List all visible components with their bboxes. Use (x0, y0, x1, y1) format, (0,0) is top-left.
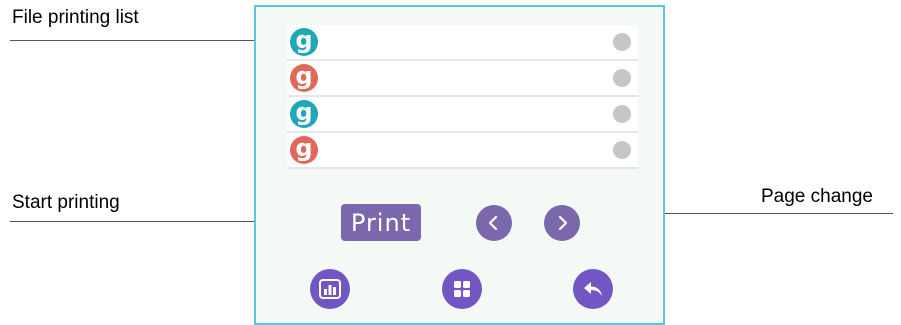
menu-grid-button[interactable] (442, 269, 482, 309)
annotation-file-list: File printing list (12, 7, 139, 28)
stats-button[interactable] (310, 269, 350, 309)
select-dot[interactable] (613, 33, 631, 51)
select-dot[interactable] (613, 141, 631, 159)
file-icon: g (290, 28, 318, 56)
device-screen: g g g g Print (254, 5, 665, 325)
file-printing-list: g g g g (287, 25, 638, 169)
bar-chart-icon (319, 279, 341, 299)
file-row[interactable]: g (287, 61, 638, 97)
chevron-left-icon (488, 215, 498, 231)
prev-page-button[interactable] (476, 205, 512, 241)
grid-icon (454, 281, 470, 297)
next-page-button[interactable] (544, 205, 580, 241)
select-dot[interactable] (613, 105, 631, 123)
back-arrow-icon (584, 282, 602, 296)
select-dot[interactable] (613, 69, 631, 87)
file-icon: g (290, 64, 318, 92)
chevron-right-icon (558, 215, 568, 231)
file-row[interactable]: g (287, 133, 638, 169)
file-row[interactable]: g (287, 97, 638, 133)
back-button[interactable] (573, 269, 613, 309)
annotation-page-change: Page change (761, 186, 873, 207)
file-icon: g (290, 100, 318, 128)
leader-line-file-list (10, 40, 294, 41)
file-icon: g (290, 136, 318, 164)
annotation-start-printing: Start printing (12, 192, 120, 213)
print-button[interactable]: Print (341, 204, 421, 241)
file-row[interactable]: g (287, 25, 638, 61)
